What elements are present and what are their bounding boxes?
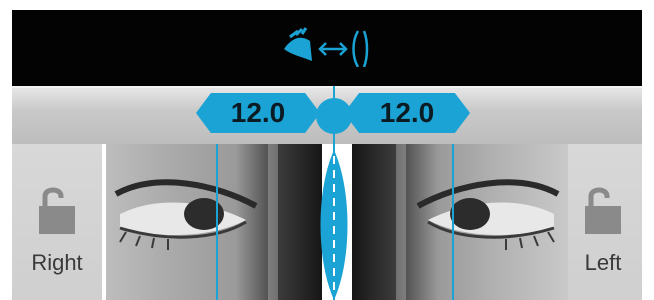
- left-eye-label: Left: [584, 250, 622, 275]
- right-eye-camera-view: [106, 144, 322, 300]
- right-eye-image: [114, 144, 278, 300]
- left-eye-panel[interactable]: Left: [564, 144, 642, 300]
- lens-marker-icon: [320, 150, 348, 300]
- right-vertex-value[interactable]: 12.0: [196, 93, 320, 133]
- eye-vertex-distance-icon: [284, 27, 369, 67]
- right-eye-panel[interactable]: Right: [12, 144, 102, 300]
- unlock-icon[interactable]: [35, 184, 79, 236]
- right-eye-label: Right: [31, 250, 83, 275]
- left-eye-camera-view: [352, 144, 568, 300]
- left-cornea-guide-line[interactable]: [452, 144, 454, 300]
- left-vertex-value[interactable]: 12.0: [344, 93, 470, 133]
- vertex-measurement-screen: 12.0 12.0 Right Left: [0, 0, 654, 300]
- right-cornea-guide-line[interactable]: [216, 144, 218, 300]
- unlock-icon[interactable]: [581, 184, 625, 236]
- left-eye-image: [396, 144, 560, 300]
